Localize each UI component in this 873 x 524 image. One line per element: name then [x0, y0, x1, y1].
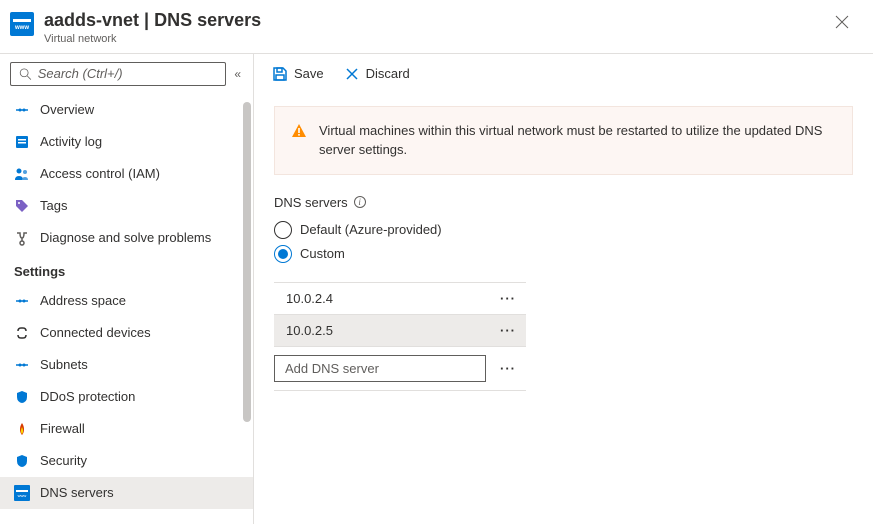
sidebar-item-diagnose[interactable]: Diagnose and solve problems — [0, 222, 253, 254]
dns-server-ip: 10.0.2.5 — [274, 315, 490, 346]
connected-devices-icon — [14, 325, 30, 341]
radio-custom[interactable]: Custom — [274, 242, 853, 266]
row-more-button[interactable]: ··· — [490, 283, 526, 314]
alert-text: Virtual machines within this virtual net… — [319, 121, 836, 160]
search-input[interactable] — [38, 66, 218, 81]
sidebar-item-label: DNS servers — [40, 485, 114, 500]
svg-text:www: www — [14, 25, 29, 31]
overview-icon — [14, 102, 30, 118]
sidebar-item-tags[interactable]: Tags — [0, 190, 253, 222]
sidebar-item-label: DDoS protection — [40, 389, 135, 404]
sidebar-item-access-control[interactable]: Access control (IAM) — [0, 158, 253, 190]
sidebar-item-label: Overview — [40, 102, 94, 117]
sidebar-item-connected-devices[interactable]: Connected devices — [0, 317, 253, 349]
page-subtitle: Virtual network — [44, 33, 827, 45]
add-dns-input[interactable] — [274, 355, 486, 382]
collapse-sidebar-button[interactable]: « — [232, 65, 243, 83]
sidebar-item-label: Security — [40, 453, 87, 468]
sidebar: « Overview Activity log Access control (… — [0, 54, 254, 524]
subnets-icon — [14, 357, 30, 373]
dns-servers-label: DNS servers i — [274, 195, 853, 210]
sidebar-item-subnets[interactable]: Subnets — [0, 349, 253, 381]
radio-indicator — [274, 245, 292, 263]
dns-icon: www — [14, 485, 30, 501]
sidebar-item-dns-servers[interactable]: www DNS servers — [0, 477, 253, 509]
sidebar-item-label: Tags — [40, 198, 67, 213]
sidebar-item-label: Firewall — [40, 421, 85, 436]
main-content: Save Discard Virtual machines within thi… — [254, 54, 873, 524]
sidebar-nav: Overview Activity log Access control (IA… — [0, 94, 253, 524]
toolbar: Save Discard — [254, 54, 873, 94]
info-icon[interactable]: i — [354, 196, 366, 208]
radio-indicator — [274, 221, 292, 239]
dns-add-row: ··· — [274, 347, 526, 391]
discard-icon — [344, 66, 360, 82]
sidebar-item-overview[interactable]: Overview — [0, 94, 253, 126]
save-button[interactable]: Save — [270, 62, 326, 86]
search-box[interactable] — [10, 62, 226, 86]
security-icon — [14, 453, 30, 469]
activity-log-icon — [14, 134, 30, 150]
sidebar-section-settings: Settings — [0, 254, 253, 285]
sidebar-item-ddos-protection[interactable]: DDoS protection — [0, 381, 253, 413]
sidebar-item-activity-log[interactable]: Activity log — [0, 126, 253, 158]
radio-default[interactable]: Default (Azure-provided) — [274, 218, 853, 242]
diagnose-icon — [14, 230, 30, 246]
warning-alert: Virtual machines within this virtual net… — [274, 106, 853, 175]
sidebar-item-label: Connected devices — [40, 325, 151, 340]
sidebar-item-label: Address space — [40, 293, 126, 308]
scrollbar[interactable] — [241, 94, 253, 524]
dns-server-ip: 10.0.2.4 — [274, 283, 490, 314]
address-space-icon — [14, 293, 30, 309]
tags-icon — [14, 198, 30, 214]
sidebar-item-label: Activity log — [40, 134, 102, 149]
page-title: aadds-vnet | DNS servers — [44, 10, 827, 32]
row-more-button[interactable]: ··· — [490, 353, 526, 384]
access-control-icon — [14, 166, 30, 182]
close-button[interactable] — [827, 10, 857, 36]
dns-server-row[interactable]: 10.0.2.5 ··· — [274, 315, 526, 347]
header-text: aadds-vnet | DNS servers Virtual network — [44, 10, 827, 45]
blade-header: www aadds-vnet | DNS servers Virtual net… — [0, 0, 873, 54]
save-icon — [272, 66, 288, 82]
sidebar-item-label: Subnets — [40, 357, 88, 372]
dns-server-list: 10.0.2.4 ··· 10.0.2.5 ··· ··· — [274, 282, 526, 391]
sidebar-item-address-space[interactable]: Address space — [0, 285, 253, 317]
dns-server-row[interactable]: 10.0.2.4 ··· — [274, 282, 526, 315]
warning-icon — [291, 123, 307, 160]
discard-button[interactable]: Discard — [342, 62, 412, 86]
search-icon — [19, 67, 32, 81]
sidebar-item-firewall[interactable]: Firewall — [0, 413, 253, 445]
sidebar-item-label: Diagnose and solve problems — [40, 230, 211, 245]
dns-mode-radio-group: Default (Azure-provided) Custom — [274, 218, 853, 266]
vnet-icon: www — [10, 12, 34, 36]
firewall-icon — [14, 421, 30, 437]
svg-text:www: www — [18, 493, 27, 498]
sidebar-item-security[interactable]: Security — [0, 445, 253, 477]
sidebar-item-label: Access control (IAM) — [40, 166, 160, 181]
shield-icon — [14, 389, 30, 405]
row-more-button[interactable]: ··· — [490, 315, 526, 346]
